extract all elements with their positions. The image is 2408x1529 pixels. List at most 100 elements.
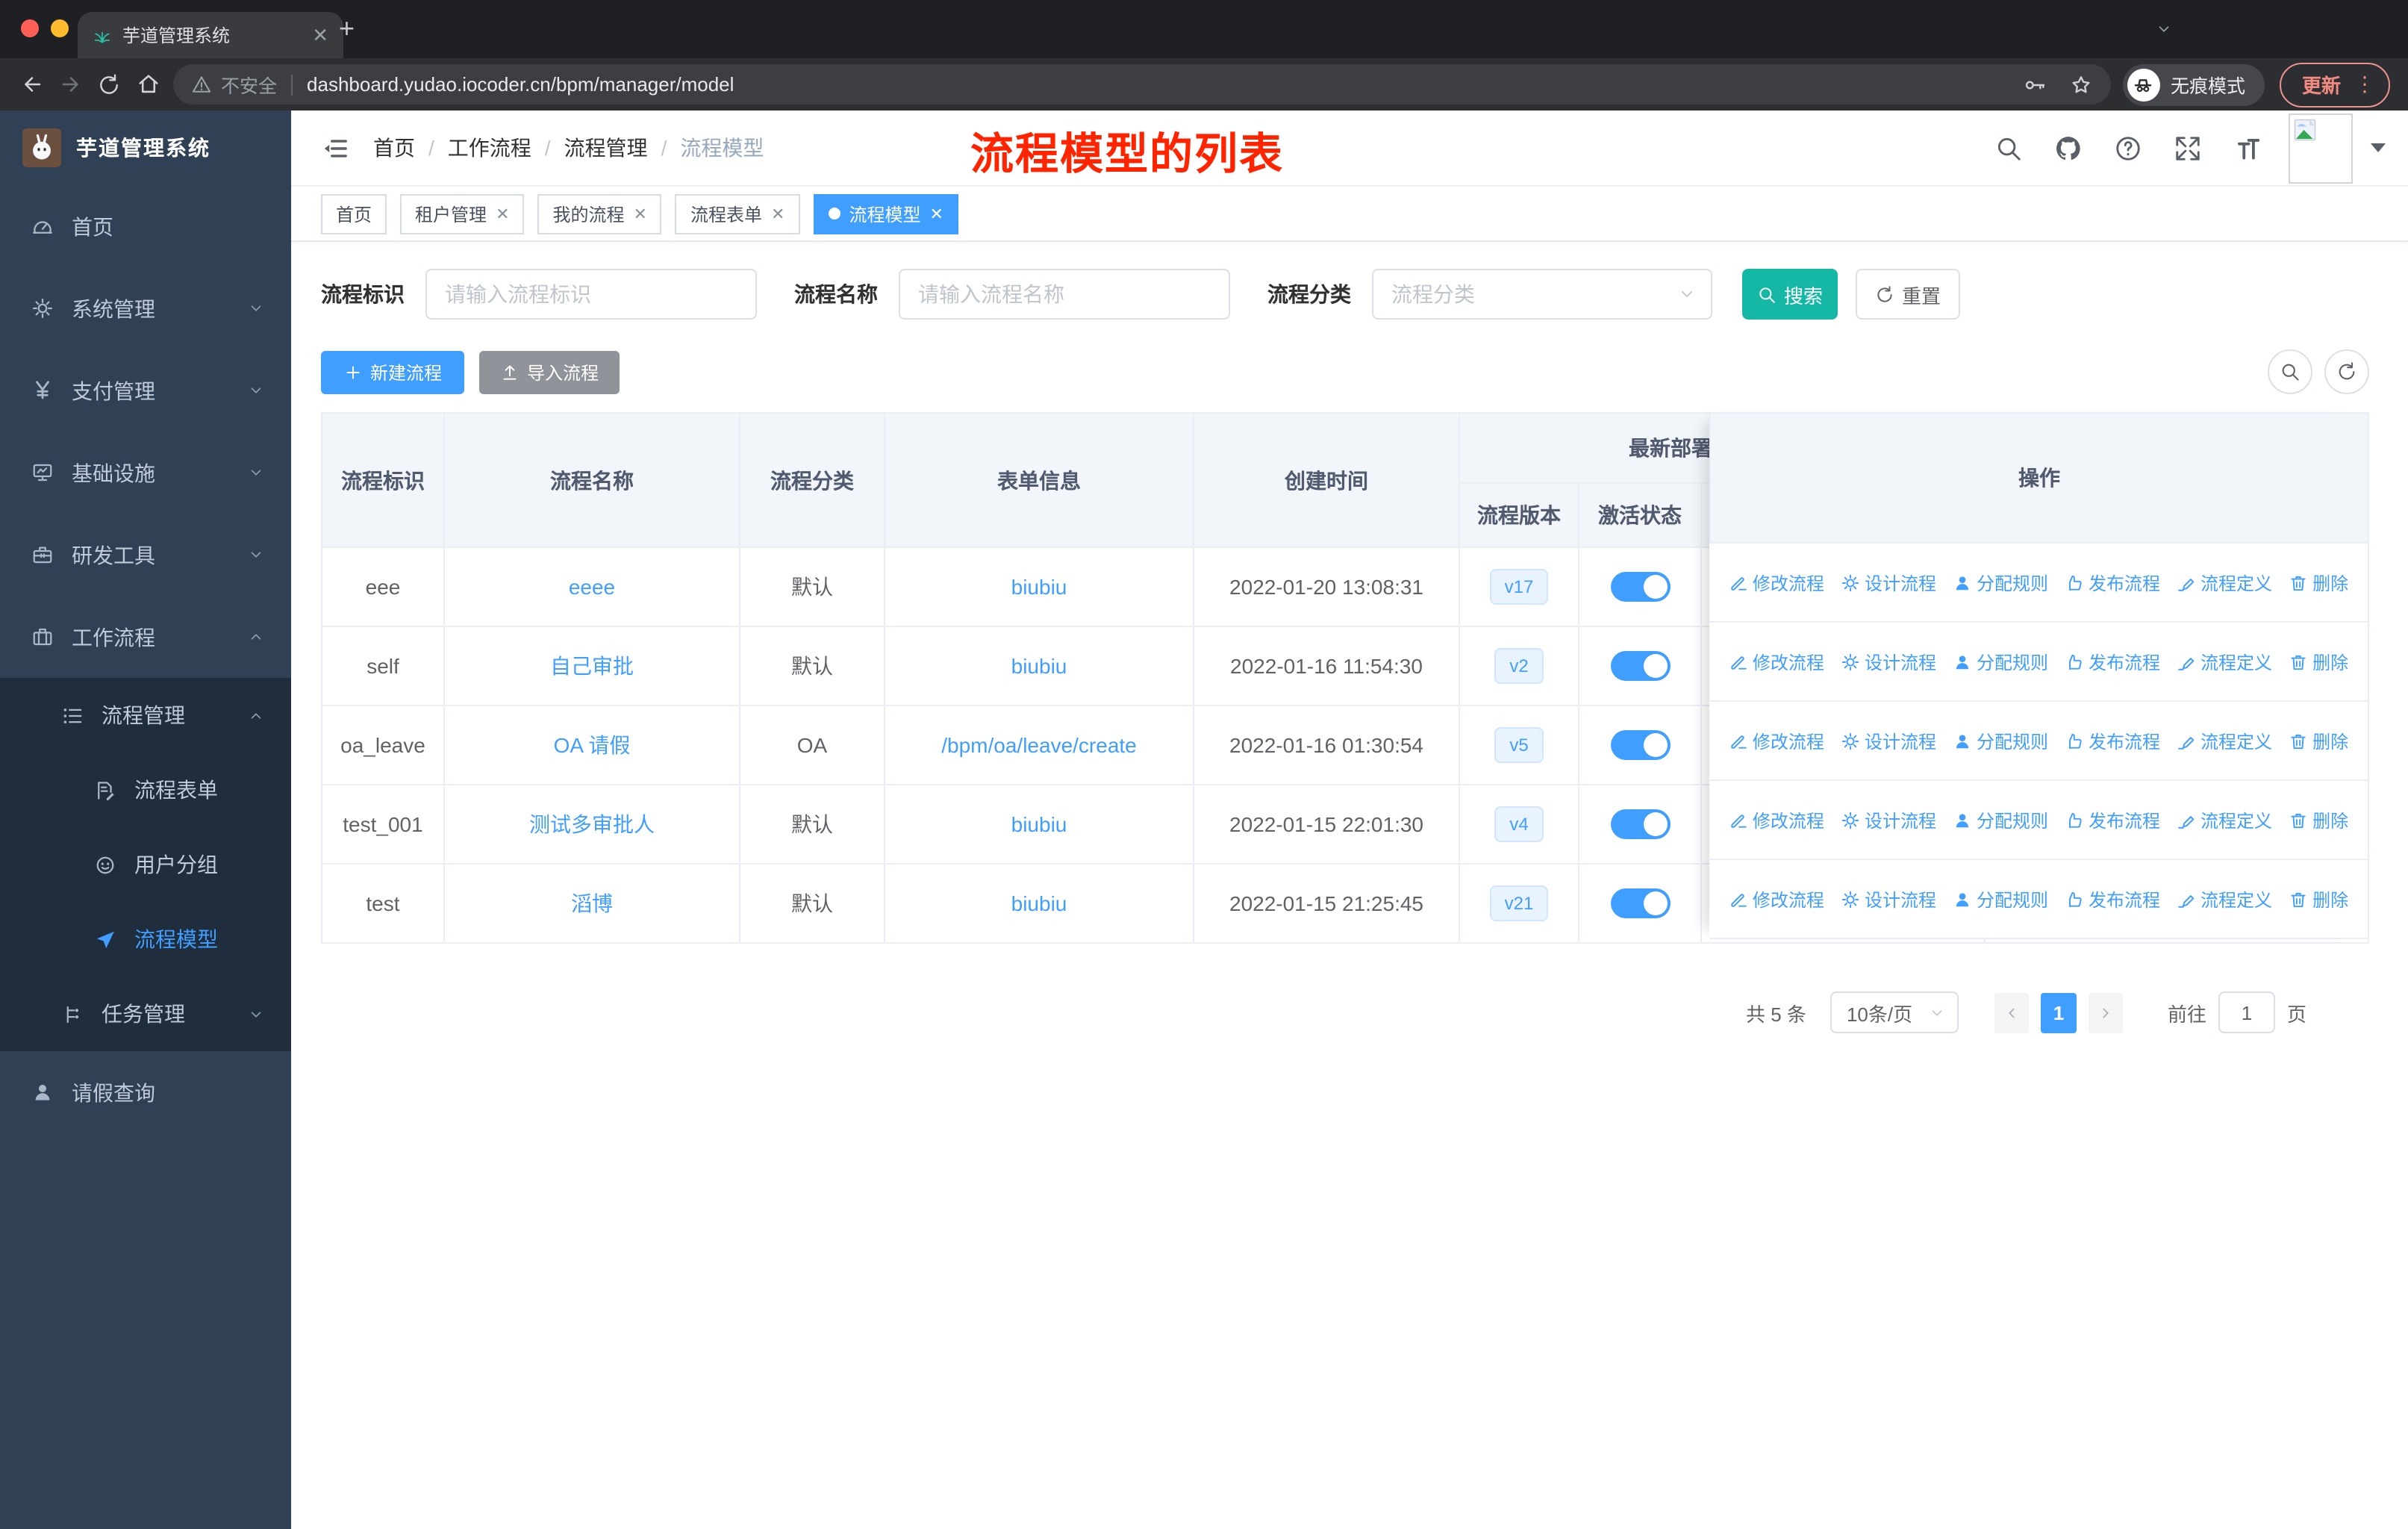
active-toggle[interactable] <box>1610 888 1670 918</box>
update-button[interactable]: 更新 ⋮ <box>2279 62 2390 107</box>
action-trash-link[interactable]: 删除 <box>2289 649 2348 674</box>
form-info-link[interactable]: /bpm/oa/leave/create <box>941 733 1137 757</box>
url-text[interactable]: dashboard.yudao.iocoder.cn/bpm/manager/m… <box>307 73 734 96</box>
action-thumb-link[interactable]: 发布流程 <box>2065 570 2160 595</box>
action-pen-link[interactable]: 流程定义 <box>2177 570 2272 595</box>
breadcrumb-item-0[interactable]: 首页 <box>373 133 415 163</box>
tag-close-icon[interactable]: ✕ <box>634 204 647 223</box>
show-search-button[interactable] <box>2268 349 2312 394</box>
sidebar-item-workflow[interactable]: 工作流程 <box>0 596 291 678</box>
not-secure-label[interactable]: 不安全 <box>221 70 277 99</box>
sidebar-collapse-button[interactable] <box>321 135 349 161</box>
refresh-table-button[interactable] <box>2324 349 2369 394</box>
action-user-link[interactable]: 分配规则 <box>1953 649 2048 674</box>
bookmark-star-icon[interactable] <box>2069 72 2093 96</box>
font-size-icon[interactable] <box>2233 134 2262 162</box>
browser-menu-icon[interactable]: ⋮ <box>2354 72 2375 97</box>
action-thumb-link[interactable]: 发布流程 <box>2065 728 2160 753</box>
action-pen-link[interactable]: 流程定义 <box>2177 649 2272 674</box>
next-page-button[interactable] <box>2088 992 2123 1033</box>
fullscreen-icon[interactable] <box>2174 134 2202 162</box>
github-icon[interactable] <box>2054 134 2083 162</box>
form-info-link[interactable]: biubiu <box>1011 812 1067 836</box>
tag-close-icon[interactable]: ✕ <box>929 204 943 223</box>
sidebar-item-task-manage[interactable]: 任务管理 <box>0 977 291 1051</box>
action-trash-link[interactable]: 删除 <box>2289 570 2348 595</box>
back-button[interactable] <box>12 65 51 104</box>
sidebar-item-system[interactable]: 系统管理 <box>0 267 291 349</box>
process-name-input[interactable] <box>899 269 1230 320</box>
prev-page-button[interactable] <box>1994 992 2029 1033</box>
sidebar-item-process-model[interactable]: 流程模型 <box>0 902 291 977</box>
active-toggle[interactable] <box>1610 651 1670 681</box>
sidebar-item-devtool[interactable]: 研发工具 <box>0 514 291 596</box>
import-process-button[interactable]: 导入流程 <box>479 350 620 393</box>
tag-close-icon[interactable]: ✕ <box>496 204 509 223</box>
action-edit-link[interactable]: 修改流程 <box>1729 728 1824 753</box>
active-toggle[interactable] <box>1610 572 1670 602</box>
action-gear-link[interactable]: 设计流程 <box>1841 649 1936 674</box>
page-size-select[interactable]: 10条/页 <box>1830 991 1959 1033</box>
tag-4[interactable]: 流程模型 ✕ <box>813 193 958 234</box>
breadcrumb-item-1[interactable]: 工作流程 <box>448 133 531 163</box>
sidebar-item-process-form[interactable]: 流程表单 <box>0 753 291 827</box>
home-button[interactable] <box>128 65 167 104</box>
create-process-button[interactable]: 新建流程 <box>321 350 464 393</box>
form-info-link[interactable]: biubiu <box>1011 891 1067 915</box>
action-pen-link[interactable]: 流程定义 <box>2177 886 2272 912</box>
browser-tab[interactable]: 芋道管理系统 ✕ <box>78 12 343 58</box>
action-trash-link[interactable]: 删除 <box>2289 807 2348 832</box>
tag-1[interactable]: 租户管理 ✕ <box>400 193 525 234</box>
action-edit-link[interactable]: 修改流程 <box>1729 807 1824 832</box>
action-gear-link[interactable]: 设计流程 <box>1841 886 1936 912</box>
action-trash-link[interactable]: 删除 <box>2289 886 2348 912</box>
process-name-link[interactable]: 滔博 <box>571 891 613 915</box>
sidebar-item-process-manage[interactable]: 流程管理 <box>0 678 291 753</box>
action-user-link[interactable]: 分配规则 <box>1953 728 2048 753</box>
form-info-link[interactable]: biubiu <box>1011 575 1067 599</box>
process-key-input[interactable] <box>425 269 757 320</box>
window-close-button[interactable] <box>21 19 39 37</box>
forward-button[interactable] <box>51 65 90 104</box>
active-toggle[interactable] <box>1610 809 1670 839</box>
action-user-link[interactable]: 分配规则 <box>1953 807 2048 832</box>
goto-page-input[interactable] <box>2218 991 2275 1033</box>
action-thumb-link[interactable]: 发布流程 <box>2065 807 2160 832</box>
action-pen-link[interactable]: 流程定义 <box>2177 807 2272 832</box>
search-icon[interactable] <box>1994 134 2023 162</box>
sidebar-item-home[interactable]: 首页 <box>0 185 291 267</box>
tag-2[interactable]: 我的流程 ✕ <box>537 193 662 234</box>
action-edit-link[interactable]: 修改流程 <box>1729 649 1824 674</box>
action-gear-link[interactable]: 设计流程 <box>1841 807 1936 832</box>
tag-3[interactable]: 流程表单 ✕ <box>675 193 800 234</box>
help-icon[interactable] <box>2114 134 2142 162</box>
process-name-link[interactable]: eeee <box>569 575 615 599</box>
window-minimize-button[interactable] <box>51 19 69 37</box>
action-pen-link[interactable]: 流程定义 <box>2177 728 2272 753</box>
action-edit-link[interactable]: 修改流程 <box>1729 570 1824 595</box>
action-user-link[interactable]: 分配规则 <box>1953 570 2048 595</box>
sidebar-item-pay[interactable]: 支付管理 <box>0 349 291 432</box>
process-name-link[interactable]: OA 请假 <box>554 733 631 757</box>
user-avatar[interactable] <box>2289 113 2353 183</box>
tag-close-icon[interactable]: ✕ <box>771 204 785 223</box>
sidebar-item-leave-query[interactable]: 请假查询 <box>0 1051 291 1133</box>
search-button[interactable]: 搜索 <box>1742 269 1838 320</box>
action-thumb-link[interactable]: 发布流程 <box>2065 649 2160 674</box>
active-toggle[interactable] <box>1610 730 1670 760</box>
action-thumb-link[interactable]: 发布流程 <box>2065 886 2160 912</box>
breadcrumb-item-2[interactable]: 流程管理 <box>564 133 648 163</box>
action-user-link[interactable]: 分配规则 <box>1953 886 2048 912</box>
new-tab-button[interactable]: + <box>339 13 355 45</box>
sidebar-item-user-group[interactable]: 用户分组 <box>0 827 291 902</box>
process-name-link[interactable]: 测试多审批人 <box>529 812 655 836</box>
category-select[interactable]: 流程分类 <box>1372 269 1712 320</box>
sidebar-item-infra[interactable]: 基础设施 <box>0 432 291 514</box>
url-bar[interactable]: 不安全 dashboard.yudao.iocoder.cn/bpm/manag… <box>173 64 2111 105</box>
action-gear-link[interactable]: 设计流程 <box>1841 728 1936 753</box>
tag-0[interactable]: 首页 <box>321 193 387 234</box>
tab-close-icon[interactable]: ✕ <box>312 25 328 45</box>
reset-button[interactable]: 重置 <box>1856 269 1960 320</box>
reload-button[interactable] <box>90 65 128 104</box>
page-number-button[interactable]: 1 <box>2040 992 2077 1033</box>
